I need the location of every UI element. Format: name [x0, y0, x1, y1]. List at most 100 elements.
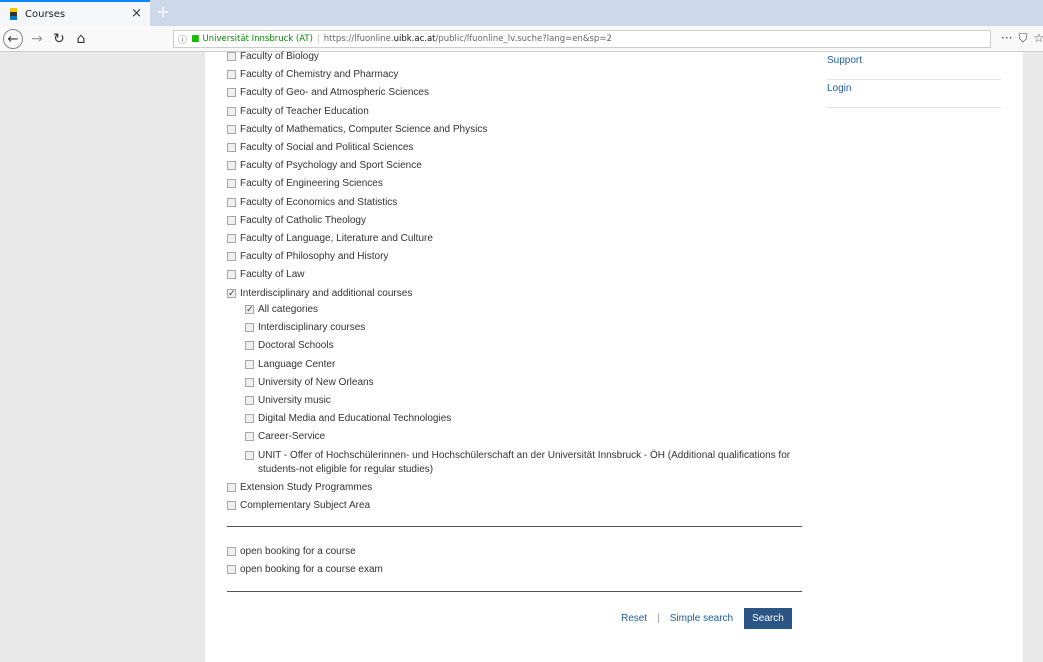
faculty-row[interactable]: Faculty of Economics and Statistics [227, 196, 397, 210]
faculty-label: Faculty of Geo- and Atmospheric Sciences [240, 87, 429, 99]
page-actions-icon[interactable]: ··· [1001, 31, 1012, 46]
faculty-label: Faculty of Catholic Theology [240, 214, 366, 226]
browser-nav-bar: ← → ↻ ⌂ ⓘ ■ Universität Innsbruck (AT) |… [0, 26, 1043, 52]
subcategory-label: University of New Orleans [258, 376, 374, 388]
toolbar-icons: ··· ⛉ ☆ [993, 31, 1043, 46]
checkbox[interactable] [227, 286, 236, 300]
faculty-label: Faculty of Mathematics, Computer Science… [240, 123, 488, 135]
checkbox[interactable] [245, 377, 254, 387]
checkbox[interactable] [227, 215, 236, 225]
subcategory-row[interactable]: University of New Orleans [245, 376, 805, 390]
faculty-label: Faculty of Chemistry and Pharmacy [240, 69, 399, 81]
subcategory-label: Digital Media and Educational Technologi… [258, 413, 452, 425]
faculty-row[interactable]: Faculty of Chemistry and Pharmacy [227, 68, 398, 82]
subcategory-row[interactable]: Language Center [245, 358, 805, 372]
checkbox[interactable] [227, 106, 236, 116]
checkbox[interactable] [245, 450, 254, 460]
checkbox[interactable] [245, 432, 254, 442]
search-actions: Reset | Simple search Search [621, 608, 792, 629]
checkbox[interactable] [245, 414, 254, 424]
booking-option-row[interactable]: open booking for a course exam [227, 563, 383, 577]
actions-separator: | [657, 613, 660, 624]
browser-tab[interactable]: Courses × [0, 0, 150, 26]
subcategory-row[interactable]: UNIT - Offer of Hochschülerinnen- und Ho… [245, 449, 805, 477]
bookmark-star-icon[interactable]: ☆ [1033, 31, 1043, 46]
search-button[interactable]: Search [744, 608, 792, 629]
close-icon[interactable]: × [131, 6, 142, 21]
checkbox[interactable] [227, 143, 236, 152]
reset-link[interactable]: Reset [621, 613, 647, 624]
sidebar-links: Support Login [827, 52, 1001, 108]
faculty-row[interactable]: Faculty of Teacher Education [227, 105, 369, 119]
login-link[interactable]: Login [827, 80, 1001, 108]
reload-icon[interactable]: ↻ [49, 29, 69, 49]
checkbox[interactable] [245, 396, 254, 405]
area-row[interactable]: Extension Study Programmes [227, 481, 372, 495]
booking-option-label: open booking for a course exam [240, 564, 383, 575]
checkbox[interactable] [227, 234, 236, 243]
subcategory-label: Career-Service [258, 431, 326, 443]
checkbox[interactable] [227, 252, 236, 262]
faculty-label: Faculty of Philosophy and History [240, 251, 389, 263]
new-tab-icon[interactable]: + [154, 3, 172, 21]
subcategory-row[interactable]: Digital Media and Educational Technologi… [245, 412, 805, 426]
faculty-row[interactable]: Faculty of Philosophy and History [227, 250, 388, 264]
checkbox[interactable] [227, 179, 236, 189]
area-row[interactable]: Complementary Subject Area [227, 499, 370, 513]
url-separator: | [316, 34, 320, 44]
faculty-row[interactable]: Faculty of Biology [227, 50, 319, 64]
checkbox[interactable] [227, 483, 236, 492]
checkbox[interactable] [227, 52, 236, 61]
checkbox[interactable] [227, 270, 236, 280]
faculty-row[interactable]: Faculty of Law [227, 268, 304, 282]
faculty-label: Interdisciplinary and additional courses [240, 287, 413, 299]
checkbox[interactable] [245, 302, 254, 316]
checkbox[interactable] [227, 70, 236, 80]
checkbox[interactable] [227, 88, 236, 98]
checkbox[interactable] [245, 359, 254, 369]
subcategory-row[interactable]: All categories [245, 302, 805, 317]
url-bar[interactable]: ⓘ ■ Universität Innsbruck (AT) | https:/… [173, 30, 991, 48]
subcategory-row[interactable]: Career-Service [245, 430, 805, 444]
subcategory-row[interactable]: Doctoral Schools [245, 339, 805, 353]
faculty-label: Faculty of Law [240, 269, 305, 281]
url-organization: Universität Innsbruck (AT) [202, 34, 313, 44]
booking-option-row[interactable]: open booking for a course [227, 545, 356, 559]
url-prefix: https://lfuonline. [323, 34, 394, 44]
faculty-row[interactable]: Faculty of Geo- and Atmospheric Sciences [227, 86, 429, 100]
faculty-row[interactable]: Faculty of Social and Political Sciences [227, 141, 413, 155]
checkbox[interactable] [245, 323, 254, 333]
faculty-row[interactable]: Faculty of Language, Literature and Cult… [227, 232, 433, 246]
faculty-row[interactable]: Faculty of Engineering Sciences [227, 177, 383, 191]
checkbox[interactable] [227, 501, 236, 510]
faculty-row[interactable]: Faculty of Mathematics, Computer Science… [227, 123, 487, 137]
checkbox[interactable] [227, 161, 236, 171]
checkbox[interactable] [227, 124, 236, 134]
faculty-row[interactable]: Faculty of Catholic Theology [227, 214, 366, 228]
lock-icon: ■ [191, 34, 200, 44]
pocket-icon[interactable]: ⛉ [1018, 31, 1027, 46]
subcategory-row[interactable]: Interdisciplinary courses [245, 321, 805, 335]
simple-search-link[interactable]: Simple search [670, 613, 733, 624]
subcategory-label: University music [258, 395, 331, 406]
booking-option-label: open booking for a course [240, 546, 356, 557]
forward-arrow-icon[interactable]: → [27, 29, 47, 49]
faculty-row[interactable]: Faculty of Psychology and Sport Science [227, 159, 422, 173]
info-icon[interactable]: ⓘ [178, 33, 187, 46]
url-host: uibk.ac.at [393, 34, 436, 44]
back-arrow-icon[interactable]: ← [3, 29, 23, 49]
checkbox[interactable] [227, 547, 236, 556]
faculty-label: Faculty of Language, Literature and Cult… [240, 233, 433, 244]
home-icon[interactable]: ⌂ [71, 29, 91, 49]
support-link[interactable]: Support [827, 52, 1001, 80]
checkbox[interactable] [245, 341, 254, 351]
faculty-label: Faculty of Social and Political Sciences [240, 142, 414, 153]
checkbox[interactable] [227, 197, 236, 207]
faculty-row[interactable]: Interdisciplinary and additional courses [227, 286, 413, 301]
favicon-icon [10, 8, 17, 20]
subcategory-label: Interdisciplinary courses [258, 322, 366, 334]
faculty-label: Faculty of Biology [240, 51, 319, 62]
subcategory-row[interactable]: University music [245, 394, 805, 408]
checkbox[interactable] [227, 565, 236, 574]
divider [227, 591, 802, 592]
